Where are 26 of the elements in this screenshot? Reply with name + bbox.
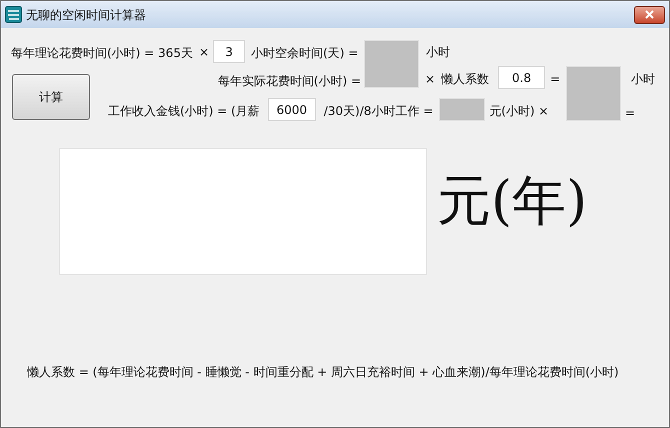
unit-label: 小时 (631, 71, 656, 88)
formula-label: 工作收入金钱(小时) = (月薪 (108, 103, 260, 120)
input-field[interactable]: 6000 (268, 98, 316, 121)
output-field (364, 40, 419, 88)
app-icon (5, 6, 22, 23)
close-icon (645, 10, 654, 19)
close-button[interactable] (634, 6, 665, 24)
unit-label: 元(小时) × (489, 103, 549, 120)
factor-label: 懒人系数 (441, 71, 490, 88)
output-field (439, 98, 486, 121)
unit-label: 小时 (426, 44, 450, 61)
calculate-button[interactable]: 计算 (12, 74, 90, 120)
equals-sign: = (624, 105, 635, 122)
window-title: 无聊的空闲时间计算器 (26, 6, 146, 24)
formula-label: 每年理论花费时间(小时) = 365天 (11, 45, 193, 62)
footnote: 懒人系数 = (每年理论花费时间 - 睡懒觉 - 时间重分配 + 周六日充裕时间 + 心血来潮)/每年理论花费时间(小时) (27, 364, 619, 381)
formula-label: 小时空余时间(天) = (251, 45, 358, 62)
result-unit: 元(年) (437, 174, 588, 228)
formula-label: /30天)/8小时工作 = (324, 103, 434, 120)
input-field[interactable]: 0.8 (498, 66, 546, 89)
times-sign: × (425, 71, 436, 88)
formula-label: 每年实际花费时间(小时) = (218, 73, 361, 90)
output-field (566, 66, 622, 121)
input-field[interactable]: 3 (213, 40, 246, 63)
times-sign: × (198, 44, 210, 61)
equals-sign: = (550, 71, 560, 88)
